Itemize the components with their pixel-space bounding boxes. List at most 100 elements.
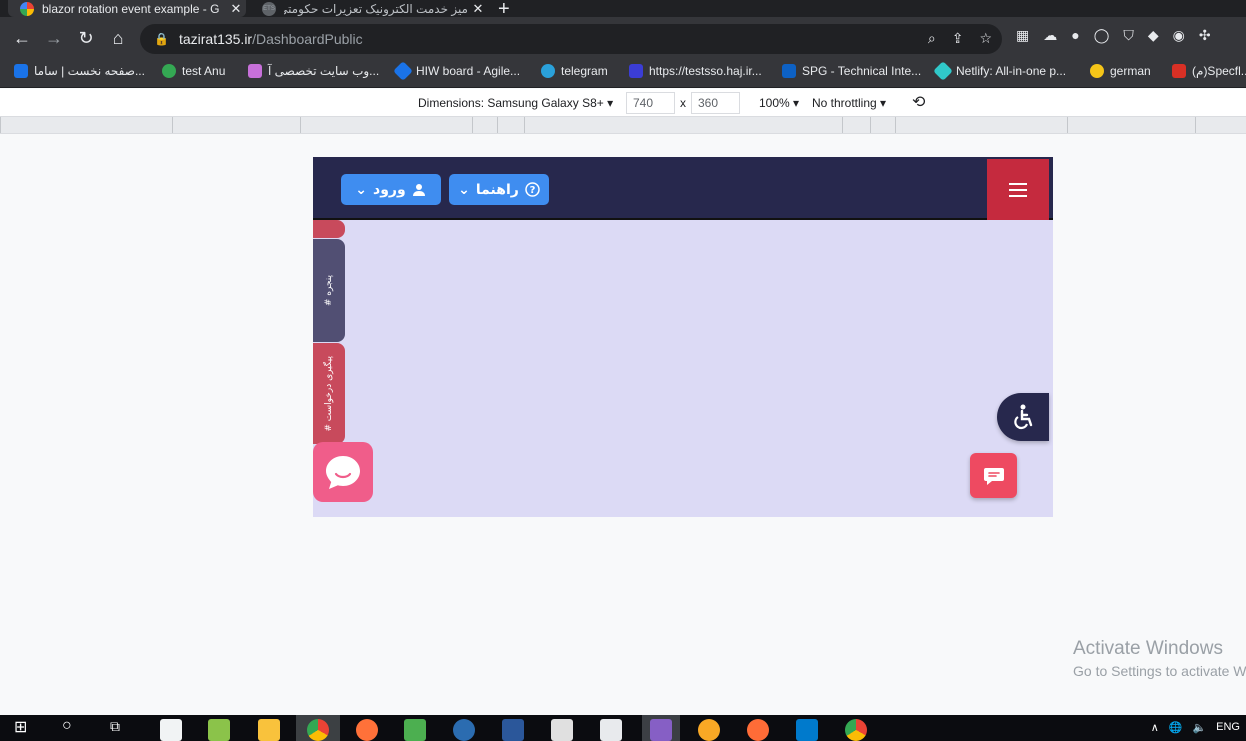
message-button[interactable]	[970, 453, 1017, 498]
share-icon[interactable]: ⇪	[952, 30, 964, 47]
bookmark-favicon-icon	[629, 64, 643, 78]
url-host: tazirat135.ir	[178, 31, 253, 47]
netlify-icon	[933, 61, 953, 81]
side-tab-track-request[interactable]: # پیگیری درخواست	[313, 343, 345, 444]
reload-button[interactable]: ↻	[70, 28, 102, 49]
app-icon[interactable]	[698, 719, 720, 741]
back-button[interactable]: ←	[6, 28, 38, 49]
close-tab-icon[interactable]: ✕	[226, 1, 246, 17]
windows-taskbar: ⊞ ○ ⧉ ∧ 🌐 🔈 ENG	[0, 715, 1246, 741]
bookmark-item[interactable]: وب سایت تخصصی آ...	[248, 64, 379, 78]
device-toolbar: Dimensions: Samsung Galaxy S8+ ▾ x 100% …	[0, 89, 1246, 117]
bookmark-item[interactable]: Netlify: All-in-one p...	[933, 61, 1066, 81]
counter-extension-icon[interactable]: ◉	[1173, 27, 1185, 44]
bookmark-item[interactable]: SPG - Technical Inte...	[782, 64, 921, 78]
task-view-icon[interactable]: ⧉	[110, 718, 132, 740]
bookmark-favicon-icon	[162, 64, 176, 78]
ets-favicon-icon: ETS	[262, 1, 276, 16]
file-explorer-icon[interactable]	[258, 719, 280, 741]
bookmark-item[interactable]: (م)Specfl...	[1172, 64, 1246, 78]
side-tab-top[interactable]	[313, 220, 345, 238]
tab-title: blazor rotation event example - G	[42, 1, 220, 16]
media-query-bar[interactable]	[0, 117, 1246, 134]
bookmark-item[interactable]: https://testsso.haj.ir...	[629, 64, 762, 78]
editor-icon[interactable]	[208, 719, 230, 741]
bookmark-star-icon[interactable]: ☆	[979, 30, 992, 47]
tab-tazirat[interactable]: ETS میز خدمت الکترونیک تعزیرات حکومتی ✕	[252, 0, 488, 17]
notepad-icon[interactable]	[160, 719, 182, 741]
accessibility-button[interactable]	[997, 393, 1049, 441]
flag-extension-icon[interactable]: ▦	[1016, 27, 1029, 44]
postman-icon[interactable]	[747, 719, 769, 741]
chrome-icon	[307, 719, 329, 741]
message-icon	[983, 467, 1004, 485]
word-icon[interactable]	[502, 719, 524, 741]
shield-extension-icon[interactable]: ⛉	[1123, 27, 1134, 44]
side-tab-window[interactable]: # پنجره	[313, 239, 345, 342]
user-icon	[412, 182, 427, 197]
bookmark-favicon-icon	[1172, 64, 1186, 78]
wheelchair-icon	[1014, 404, 1033, 430]
circle-extension-icon[interactable]: ●	[1071, 27, 1079, 44]
url-path: /DashboardPublic	[252, 31, 363, 47]
bookmark-favicon-icon	[14, 64, 28, 78]
lock-icon: 🔒	[154, 32, 169, 46]
visual-studio-icon	[650, 719, 672, 741]
chevron-down-icon: ⌄	[458, 181, 470, 198]
hamburger-icon	[1009, 182, 1027, 185]
bookmark-favicon-icon	[248, 64, 262, 78]
device-select[interactable]: Dimensions: Samsung Galaxy S8+ ▾	[418, 96, 613, 110]
windows-start-icon[interactable]: ⊞	[14, 717, 36, 739]
bookmark-favicon-icon	[782, 64, 796, 78]
puzzle-extension-icon[interactable]: ✣	[1199, 27, 1211, 44]
network-icon[interactable]: 🌐	[1169, 721, 1183, 734]
google-icon	[20, 1, 34, 16]
width-input[interactable]	[626, 92, 675, 114]
volume-icon[interactable]: 🔈	[1192, 721, 1206, 734]
system-tray: ∧ 🌐 🔈 ENG	[1151, 721, 1240, 734]
activate-windows-watermark: Activate Windows Go to Settings to activ…	[1073, 638, 1246, 679]
ring-extension-icon[interactable]: ◯	[1094, 27, 1110, 44]
throttle-select[interactable]: No throttling ▾	[812, 96, 886, 110]
vscode-icon[interactable]	[796, 719, 818, 741]
bookmark-item[interactable]: test Anu	[162, 64, 225, 78]
bookmark-item[interactable]: telegram	[541, 64, 608, 78]
bookmark-item[interactable]: صفحه نخست | ساما...	[14, 64, 145, 78]
speech-bubble-icon	[326, 456, 360, 489]
badge-extension-icon[interactable]: ◆	[1148, 27, 1159, 44]
chevron-up-icon[interactable]: ∧	[1151, 721, 1159, 734]
forward-button[interactable]: →	[38, 28, 70, 49]
people-icon[interactable]	[404, 719, 426, 741]
login-button[interactable]: ⌄ ورود	[341, 174, 441, 205]
bookmark-item[interactable]: german	[1090, 64, 1151, 78]
chat-widget-button[interactable]	[313, 442, 373, 502]
address-bar[interactable]: 🔒 tazirat135.ir/DashboardPublic ⌕ ⇪ ☆	[140, 24, 1002, 54]
home-button[interactable]: ⌂	[102, 28, 134, 49]
chrome-icon[interactable]	[845, 719, 867, 741]
calculator-icon[interactable]	[551, 719, 573, 741]
tab-blazor-rotation[interactable]: blazor rotation event example - G ✕	[8, 0, 246, 17]
close-tab-icon[interactable]: ✕	[468, 1, 488, 17]
bookmarks-bar: صفحه نخست | ساما... test Anu وب سایت تخص…	[0, 59, 1246, 88]
cloud-extension-icon[interactable]: ☁	[1043, 27, 1057, 44]
svg-text:?: ?	[529, 185, 535, 196]
language-indicator[interactable]: ENG	[1216, 721, 1240, 734]
bookmark-favicon-icon	[1090, 64, 1104, 78]
browser-toolbar: ← → ↻ ⌂ 🔒 tazirat135.ir/DashboardPublic …	[0, 17, 1246, 59]
document-icon[interactable]	[600, 719, 622, 741]
help-button[interactable]: ⌄ راهنما ?	[449, 174, 549, 205]
menu-button[interactable]	[987, 159, 1049, 220]
firefox-icon[interactable]	[356, 719, 378, 741]
app-header: ⌄ ورود ⌄ راهنما ?	[313, 157, 1053, 220]
rotate-icon[interactable]: ⟲	[912, 92, 925, 112]
vpn-icon[interactable]	[453, 719, 475, 741]
bookmark-favicon-icon	[393, 61, 413, 81]
zoom-icon[interactable]: ⌕	[928, 30, 936, 47]
bookmark-item[interactable]: HIW board - Agile...	[393, 61, 520, 81]
zoom-select[interactable]: 100% ▾	[759, 96, 799, 110]
height-input[interactable]	[691, 92, 740, 114]
tab-title: میز خدمت الکترونیک تعزیرات حکومتی	[284, 1, 468, 16]
dimension-separator: x	[680, 96, 686, 110]
device-viewport: ⌄ ورود ⌄ راهنما ? # پنجره # پیگیری درخوا…	[313, 157, 1053, 517]
search-icon[interactable]: ○	[62, 717, 84, 739]
